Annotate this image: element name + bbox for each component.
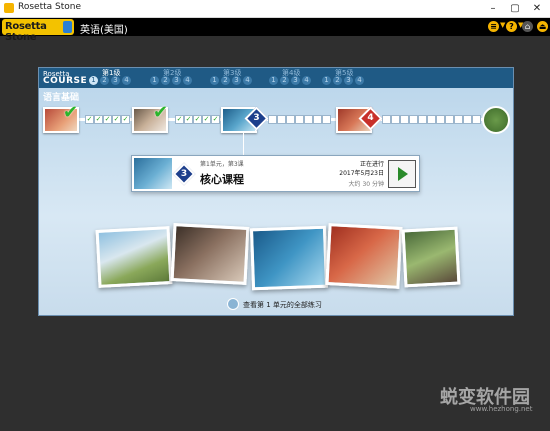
checkmark-icon: ✔ xyxy=(153,102,169,123)
language-label[interactable]: 英语(美国) xyxy=(80,21,128,36)
activity-box[interactable] xyxy=(409,115,418,124)
rosetta-logo: Rosetta Stone xyxy=(2,19,74,43)
activity-box[interactable] xyxy=(391,115,400,124)
activity-box[interactable] xyxy=(463,115,472,124)
app-icon xyxy=(4,3,14,13)
activity-box[interactable] xyxy=(445,115,454,124)
activity-check[interactable]: ✓ xyxy=(211,115,220,124)
exit-icon[interactable]: ⏏ xyxy=(537,21,548,32)
photo-family-reading[interactable] xyxy=(170,223,250,285)
activity-check[interactable]: ✓ xyxy=(85,115,94,124)
activity-box[interactable] xyxy=(382,115,391,124)
activity-check[interactable]: ✓ xyxy=(202,115,211,124)
activity-box[interactable] xyxy=(313,115,322,124)
unit-4-dot[interactable]: 4 xyxy=(122,76,131,85)
unit-3-dot[interactable]: 3 xyxy=(232,76,241,85)
activity-box[interactable] xyxy=(286,115,295,124)
lesson-name: 核心课程 xyxy=(200,173,244,186)
activity-box[interactable] xyxy=(454,115,463,124)
view-all-exercises-link[interactable]: 查看第 1 单元的全部练习 xyxy=(243,300,322,310)
unit-4-dot[interactable]: 4 xyxy=(302,76,311,85)
play-icon xyxy=(398,167,408,181)
play-button[interactable] xyxy=(388,160,416,188)
activity-box[interactable] xyxy=(400,115,409,124)
unit-4-dot[interactable]: 4 xyxy=(355,76,364,85)
unit-2-dot[interactable]: 2 xyxy=(161,76,170,85)
chevron-down-icon[interactable]: ▼ xyxy=(500,21,505,29)
activity-check[interactable]: ✓ xyxy=(193,115,202,124)
close-button[interactable]: ✕ xyxy=(526,0,548,17)
unit-2-dot[interactable]: 2 xyxy=(280,76,289,85)
unit-1-dot[interactable]: 1 xyxy=(150,76,159,85)
lesson-meta: 第1单元，第3课 xyxy=(200,161,244,168)
unit-1-dot[interactable]: 1 xyxy=(269,76,278,85)
activity-check[interactable]: ✓ xyxy=(103,115,112,124)
activity-box[interactable] xyxy=(427,115,436,124)
activity-box[interactable] xyxy=(295,115,304,124)
activity-box[interactable] xyxy=(304,115,313,124)
activity-box[interactable] xyxy=(268,115,277,124)
lesson-number-badge: 3 xyxy=(172,162,196,186)
unit-4-dot[interactable]: 4 xyxy=(183,76,192,85)
menu-icon[interactable]: ≡ xyxy=(488,21,499,32)
lesson-status: 正在进行 xyxy=(359,161,384,168)
activity-box[interactable] xyxy=(277,115,286,124)
unit-3-dot[interactable]: 3 xyxy=(291,76,300,85)
photo-girl[interactable] xyxy=(95,226,173,288)
activity-box[interactable] xyxy=(322,115,331,124)
course-panel: Rosetta COURSE 第1级 1 2 3 4 第2级 1 2 3 4 第… xyxy=(38,67,514,316)
connector-line xyxy=(243,132,244,155)
lesson-eta: 大约 30 分钟 xyxy=(348,181,384,188)
activity-check[interactable]: ✓ xyxy=(94,115,103,124)
unit-review-marker[interactable] xyxy=(482,106,510,134)
course-header: Rosetta COURSE 第1级 1 2 3 4 第2级 1 2 3 4 第… xyxy=(39,68,513,88)
unit-1-dot[interactable]: 1 xyxy=(210,76,219,85)
unit-1-dot[interactable]: 1 xyxy=(89,76,98,85)
unit-4-dot[interactable]: 4 xyxy=(243,76,252,85)
unit-2-dot[interactable]: 2 xyxy=(333,76,342,85)
unit-3-dot[interactable]: 3 xyxy=(111,76,120,85)
minimize-button[interactable]: – xyxy=(482,0,504,17)
practice-icon[interactable] xyxy=(227,298,239,310)
lesson-date: 2017年5月23日 xyxy=(339,170,384,177)
current-lesson-card[interactable]: 3 第1单元，第3课 核心课程 正在进行 2017年5月23日 大约 30 分钟 xyxy=(131,155,420,192)
activity-box[interactable] xyxy=(472,115,481,124)
unit-1-dot[interactable]: 1 xyxy=(322,76,331,85)
photo-group[interactable] xyxy=(325,223,403,289)
activity-box[interactable] xyxy=(436,115,445,124)
home-icon[interactable]: ⌂ xyxy=(522,21,533,32)
help-icon[interactable]: ? xyxy=(506,21,517,32)
course-logo: Rosetta COURSE xyxy=(43,70,88,86)
unit-2-dot[interactable]: 2 xyxy=(221,76,230,85)
activity-check[interactable]: ✓ xyxy=(184,115,193,124)
unit-3-dot[interactable]: 3 xyxy=(172,76,181,85)
unit-3-dot[interactable]: 3 xyxy=(344,76,353,85)
watermark-url: www.hezhong.net xyxy=(470,405,533,413)
maximize-button[interactable]: ▢ xyxy=(504,0,526,17)
activity-check[interactable]: ✓ xyxy=(175,115,184,124)
checkmark-icon: ✔ xyxy=(63,102,79,123)
window-titlebar: Rosetta Stone – ▢ ✕ xyxy=(0,0,550,18)
logo-mark xyxy=(63,21,72,33)
activity-check[interactable]: ✓ xyxy=(121,115,130,124)
photo-underwater-fish[interactable] xyxy=(249,225,329,291)
lesson-thumbnail xyxy=(134,158,172,189)
unit-2-dot[interactable]: 2 xyxy=(100,76,109,85)
photo-basket[interactable] xyxy=(401,226,461,288)
window-title: Rosetta Stone xyxy=(18,2,82,12)
activity-check[interactable]: ✓ xyxy=(112,115,121,124)
activity-box[interactable] xyxy=(418,115,427,124)
